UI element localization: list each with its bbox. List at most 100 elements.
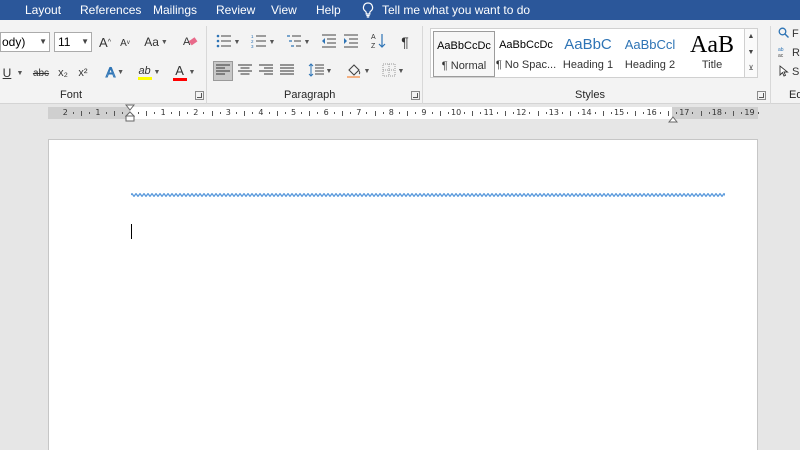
change-case-label: Aa	[144, 35, 159, 49]
svg-text:3: 3	[251, 44, 254, 48]
styles-gallery-scrollbar[interactable]: ▲ ▼ ⊻	[744, 29, 757, 77]
ruler-track[interactable]: 2 1 1 2 3 4 5 6 7 8 9 10 11 12 13 14 15 16 17 18 19	[48, 107, 759, 119]
font-name-combobox[interactable]: ody) ▼	[0, 32, 50, 52]
eraser-icon: A	[182, 33, 198, 52]
align-left-button[interactable]	[213, 61, 233, 81]
style-no-spacing[interactable]: AaBbCcDc ¶ No Spac...	[495, 31, 557, 77]
ruler-number: 1	[95, 108, 101, 117]
ruler-tick	[447, 112, 449, 114]
styles-dialog-launcher[interactable]	[757, 91, 766, 100]
bullets-button[interactable]: ▼	[213, 33, 243, 51]
style-preview: AaBbC	[564, 36, 612, 53]
tab-help[interactable]: Help	[316, 3, 341, 17]
select-button[interactable]: S	[778, 64, 800, 80]
font-size-combobox[interactable]: 11 ▼	[54, 32, 92, 52]
tab-review[interactable]: Review	[216, 3, 255, 17]
highlight-color-swatch	[137, 76, 152, 80]
replace-icon: ab ac	[778, 46, 789, 61]
align-left-icon	[216, 64, 230, 79]
shrink-font-button[interactable]: Av	[118, 36, 132, 50]
expand-gallery-icon[interactable]: ⊻	[745, 61, 757, 77]
numbering-button[interactable]: 123 ▼	[248, 33, 278, 51]
line-spacing-button[interactable]: ▼	[305, 61, 335, 81]
align-right-button[interactable]	[256, 61, 276, 81]
style-preview: AaBbCcDc	[437, 40, 491, 52]
font-dialog-launcher[interactable]	[195, 91, 204, 100]
replace-button[interactable]: ab ac R	[778, 45, 800, 61]
tab-mailings[interactable]: Mailings	[153, 3, 197, 17]
ruler-tick	[178, 111, 180, 116]
underline-button[interactable]: U	[0, 64, 14, 82]
style-normal[interactable]: AaBbCcDc ¶ Normal	[433, 31, 495, 77]
tab-layout[interactable]: Layout	[25, 3, 61, 17]
ruler-number: 16	[646, 108, 657, 117]
font-color-button[interactable]: A ▼	[169, 62, 199, 82]
justify-button[interactable]	[277, 61, 297, 81]
find-label: F	[792, 28, 799, 40]
tab-view[interactable]: View	[271, 3, 297, 17]
style-heading-1[interactable]: AaBbC Heading 1	[557, 31, 619, 77]
subscript-button[interactable]: x₂	[55, 64, 71, 82]
style-heading-2[interactable]: AaBbCcl Heading 2	[619, 31, 681, 77]
grow-font-button[interactable]: A ^	[97, 34, 113, 50]
paragraph-dialog-launcher[interactable]	[411, 91, 420, 100]
ruler-number: 19	[744, 108, 755, 117]
shading-button[interactable]: ▼	[343, 61, 373, 81]
text-cursor	[131, 224, 132, 239]
style-name: Title	[701, 59, 723, 71]
ruler-tick	[578, 112, 580, 114]
ruler-tick	[341, 111, 343, 116]
ruler-tick	[733, 111, 735, 116]
strikethrough-button[interactable]: abc	[31, 64, 51, 82]
ruler-tick	[138, 112, 140, 114]
change-case-button[interactable]: Aa ▼	[141, 34, 171, 50]
text-effects-button[interactable]: A ▼	[101, 62, 129, 82]
ruler-tick	[350, 112, 352, 114]
show-formatting-button[interactable]: ¶	[395, 32, 415, 52]
styles-gallery: AaBbCcDc ¶ Normal AaBbCcDc ¶ No Spac... …	[430, 28, 758, 78]
ruler-tick	[309, 111, 311, 116]
borders-button[interactable]: ▼	[378, 61, 408, 81]
find-button[interactable]: F	[778, 26, 800, 42]
style-title[interactable]: AaB Title	[681, 31, 743, 77]
indent-markers[interactable]	[124, 104, 136, 127]
highlight-button[interactable]: ab ▼	[134, 62, 164, 82]
document-page[interactable]	[48, 139, 758, 450]
numbered-list-icon: 123	[251, 34, 267, 51]
align-center-button[interactable]	[235, 61, 255, 81]
search-icon	[778, 27, 789, 41]
ruler-tick	[724, 112, 726, 114]
chevron-down-icon[interactable]: ▼	[745, 45, 757, 61]
ruler-number: 10	[451, 108, 462, 117]
bullet-list-icon	[216, 34, 232, 51]
ruler-number: 5	[291, 108, 297, 117]
select-label: S	[792, 66, 800, 78]
multilevel-list-button[interactable]: ▼	[283, 33, 313, 51]
cursor-arrow-icon	[778, 64, 789, 80]
clear-formatting-button[interactable]: A	[181, 33, 199, 51]
ruler-tick	[366, 112, 368, 114]
ruler-tick	[537, 111, 539, 116]
tab-references[interactable]: References	[80, 3, 141, 17]
style-name: Heading 2	[624, 59, 676, 71]
underline-dropdown[interactable]: ▼	[16, 64, 24, 82]
ruler-tick	[708, 112, 710, 114]
ruler-number: 1	[160, 108, 166, 117]
shrink-font-label: A	[120, 37, 127, 49]
ruler-number: 3	[225, 108, 231, 117]
right-indent-marker[interactable]	[667, 110, 679, 128]
font-color-label: A	[175, 63, 184, 78]
chevron-up-icon[interactable]: ▲	[745, 29, 757, 45]
ruler-tick	[252, 112, 254, 114]
superscript-button[interactable]: x²	[75, 64, 91, 82]
increase-indent-button[interactable]	[342, 33, 360, 51]
chevron-down-icon[interactable]: ▼	[81, 33, 89, 51]
horizontal-ruler[interactable]: 2 1 1 2 3 4 5 6 7 8 9 10 11 12 13 14 15 16 17 18 19	[0, 104, 800, 123]
chevron-down-icon[interactable]: ▼	[39, 33, 47, 51]
tell-me-search[interactable]: Tell me what you want to do	[362, 1, 530, 19]
style-name: ¶ No Spac...	[495, 59, 557, 71]
ruler-tick	[187, 112, 189, 114]
sort-button[interactable]: AZ	[368, 32, 388, 52]
styles-group-label: Styles	[575, 89, 605, 101]
decrease-indent-button[interactable]	[320, 33, 338, 51]
